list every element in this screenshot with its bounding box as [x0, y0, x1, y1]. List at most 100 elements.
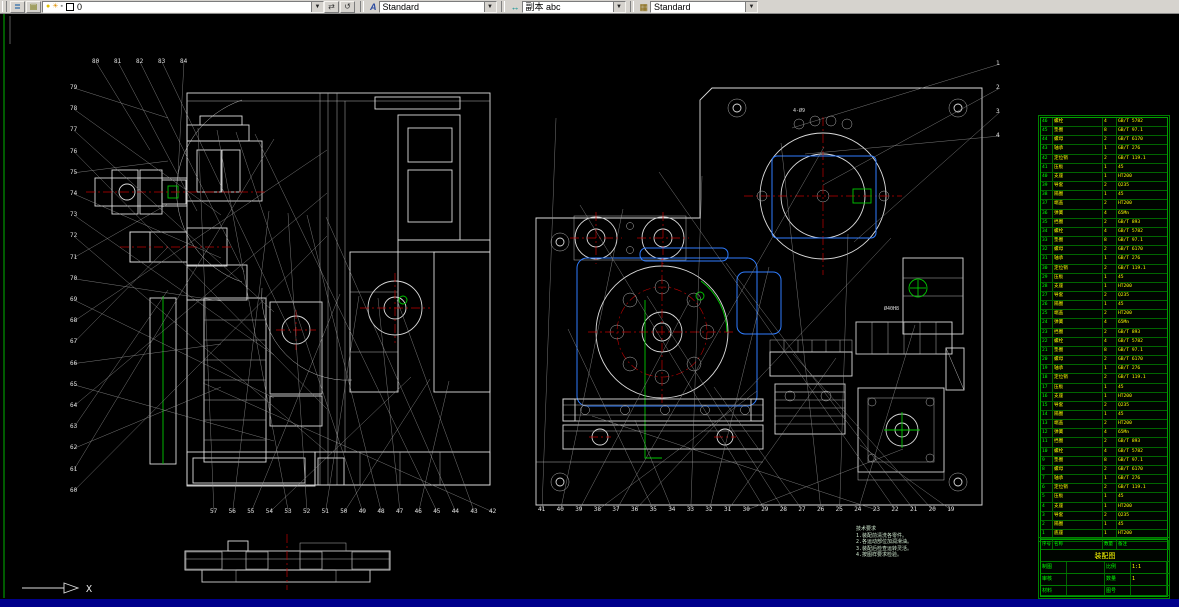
bom-row: 24 弹簧 4 65Mn: [1041, 319, 1167, 329]
layer-previous-button[interactable]: ↺: [340, 0, 355, 13]
balloon-20: 20: [928, 506, 936, 513]
bom-row: 34 螺栓 4 GB/T 5782: [1041, 227, 1167, 238]
titleblock-cell: 1: [1131, 574, 1167, 585]
balloon-35: 35: [649, 506, 657, 513]
balloon-77: 77: [70, 126, 78, 134]
balloon-43: 43: [470, 508, 478, 515]
make-object-layer-current-button[interactable]: ⇄: [324, 0, 339, 13]
balloon-25: 25: [835, 506, 843, 513]
balloon-48: 48: [377, 508, 385, 515]
balloon-71: 71: [70, 253, 78, 261]
table-style-value: Standard: [654, 1, 691, 12]
balloon-56: 56: [228, 508, 236, 515]
balloon-19: 19: [947, 506, 955, 513]
left-margin-lines: [3, 14, 11, 598]
layer-dropdown[interactable]: ● ☀ ▪ 0 ▼: [42, 0, 324, 13]
sun-icon: ☀: [52, 2, 59, 10]
bom-row: 2 隔圈 1 45: [1041, 520, 1167, 531]
titleblock-cell: 1:1: [1131, 562, 1167, 573]
balloon-52: 52: [303, 508, 311, 515]
top-view: [535, 87, 983, 506]
balloon-33: 33: [686, 506, 695, 513]
bom-row: 27 导套 2 Q235: [1041, 291, 1167, 302]
bom-row: 37 端盖 2 HT200: [1041, 200, 1167, 210]
balloon-57: 57: [210, 508, 218, 515]
balloon-51: 51: [321, 508, 329, 515]
balloon-30: 30: [742, 506, 750, 513]
titleblock-cell: [1067, 586, 1105, 595]
titleblock-cell: 比例: [1105, 562, 1131, 573]
bulb-icon: ●: [46, 2, 51, 10]
bom-table: 46 螺栓 4 GB/T 5782 45 垫圈 8 GB/T 97.1 44 螺母 2 GB/T 61…: [1038, 114, 1170, 543]
dim-style-icon: ↔: [510, 1, 520, 12]
bom-row: 12 弹簧 4 65Mn: [1041, 429, 1167, 439]
balloon-54: 54: [265, 508, 274, 515]
balloon-78: 78: [70, 105, 78, 113]
bom-row: 45 垫圈 8 GB/T 97.1: [1041, 127, 1167, 137]
table-style-dropdown[interactable]: Standard ▼: [650, 0, 759, 13]
layer-properties-button[interactable]: ≣: [10, 0, 25, 13]
balloon-38: 38: [593, 506, 602, 513]
bom-row: 14 隔圈 1 45: [1041, 411, 1167, 421]
titleblock-cell: 数量: [1105, 574, 1131, 585]
balloon-69: 69: [70, 296, 78, 303]
balloon-4: 4: [996, 132, 1000, 139]
toolbar-grip[interactable]: [2, 1, 7, 12]
bom-row: 18 定位销 2 GB/T 119.1: [1041, 374, 1167, 384]
lock-icon: ▪: [60, 2, 63, 10]
section-view: [184, 534, 391, 590]
toolbar: ≣ ▤ ● ☀ ▪ 0 ▼ ⇄ ↺ A Standard ▼ ↔ 副本 abc …: [0, 0, 1179, 14]
toolbar-separator: [500, 1, 505, 12]
balloon-65: 65: [70, 380, 78, 388]
balloon-46: 46: [414, 508, 422, 515]
bom-row: 9 垫圈 8 GB/T 97.1: [1041, 456, 1167, 466]
bom-row: 38 隔圈 1 45: [1041, 191, 1167, 201]
layer-color-chip: [66, 2, 74, 11]
table-style-dropdown-arrow[interactable]: ▼: [745, 1, 758, 12]
titleblock-cell: [1067, 574, 1105, 585]
balloon-34: 34: [668, 506, 676, 513]
balloon-63: 63: [70, 423, 78, 431]
bom-header-row: 序号 名称 数量 备注: [1041, 540, 1169, 550]
balloon-75: 75: [70, 168, 78, 176]
bom-row: 1 底座 1 HT200: [1041, 530, 1167, 540]
toolbar-separator: [629, 1, 634, 12]
balloon-42: 42: [489, 508, 497, 515]
titleblock-cell: 图号: [1105, 586, 1131, 595]
text-style-dropdown-arrow[interactable]: ▼: [483, 1, 496, 12]
balloon-76: 76: [70, 147, 78, 155]
technical-notes: 技术要求 1.装配前清洗各零件。 2.各运动部位加润滑油。 3.装配后检查运转灵…: [856, 526, 913, 558]
text-style-dropdown[interactable]: Standard ▼: [378, 0, 497, 13]
balloon-60: 60: [70, 486, 78, 494]
balloon-39: 39: [575, 506, 583, 513]
layer-states-button[interactable]: ▤: [26, 0, 41, 13]
drawing-canvas[interactable]: X: [0, 0, 1179, 607]
titleblock-cell: 制图: [1041, 562, 1067, 573]
bom-row: 23 挡圈 2 GB/T 893: [1041, 328, 1167, 338]
dimension-annotation: 4-Ø9: [793, 108, 806, 114]
balloon-29: 29: [761, 506, 769, 513]
balloon-44: 44: [451, 508, 460, 515]
bom-row: 28 支座 1 HT200: [1041, 282, 1167, 292]
balloon-31: 31: [724, 506, 732, 513]
dim-style-value: 副本 abc: [525, 2, 561, 12]
bom-row: 16 支座 1 HT200: [1041, 392, 1167, 402]
balloon-64: 64: [70, 402, 78, 409]
balloon-72: 72: [70, 232, 78, 240]
ucs-x-label: X: [86, 584, 92, 595]
bom-row: 41 压板 1 45: [1041, 163, 1167, 173]
titleblock-cell: 审核: [1041, 574, 1067, 585]
titleblock-cell: [1067, 562, 1105, 573]
balloon-73: 73: [70, 211, 78, 219]
dim-style-dropdown[interactable]: 副本 abc ▼: [521, 0, 626, 13]
dim-style-dropdown-arrow[interactable]: ▼: [612, 1, 625, 12]
bom-row: 42 定位销 2 GB/T 119.1: [1041, 154, 1167, 164]
bom-row: 8 螺母 2 GB/T 6170: [1041, 465, 1167, 476]
balloon-3: 3: [996, 108, 1000, 115]
bom-row: 5 压板 1 45: [1041, 493, 1167, 503]
dimension-annotation: Ø40H8: [884, 306, 900, 312]
bom-row: 25 端盖 2 HT200: [1041, 310, 1167, 320]
balloon-61: 61: [70, 465, 78, 473]
layer-dropdown-arrow[interactable]: ▼: [311, 1, 323, 12]
bom-row: 43 轴承 1 GB/T 276: [1041, 145, 1167, 155]
